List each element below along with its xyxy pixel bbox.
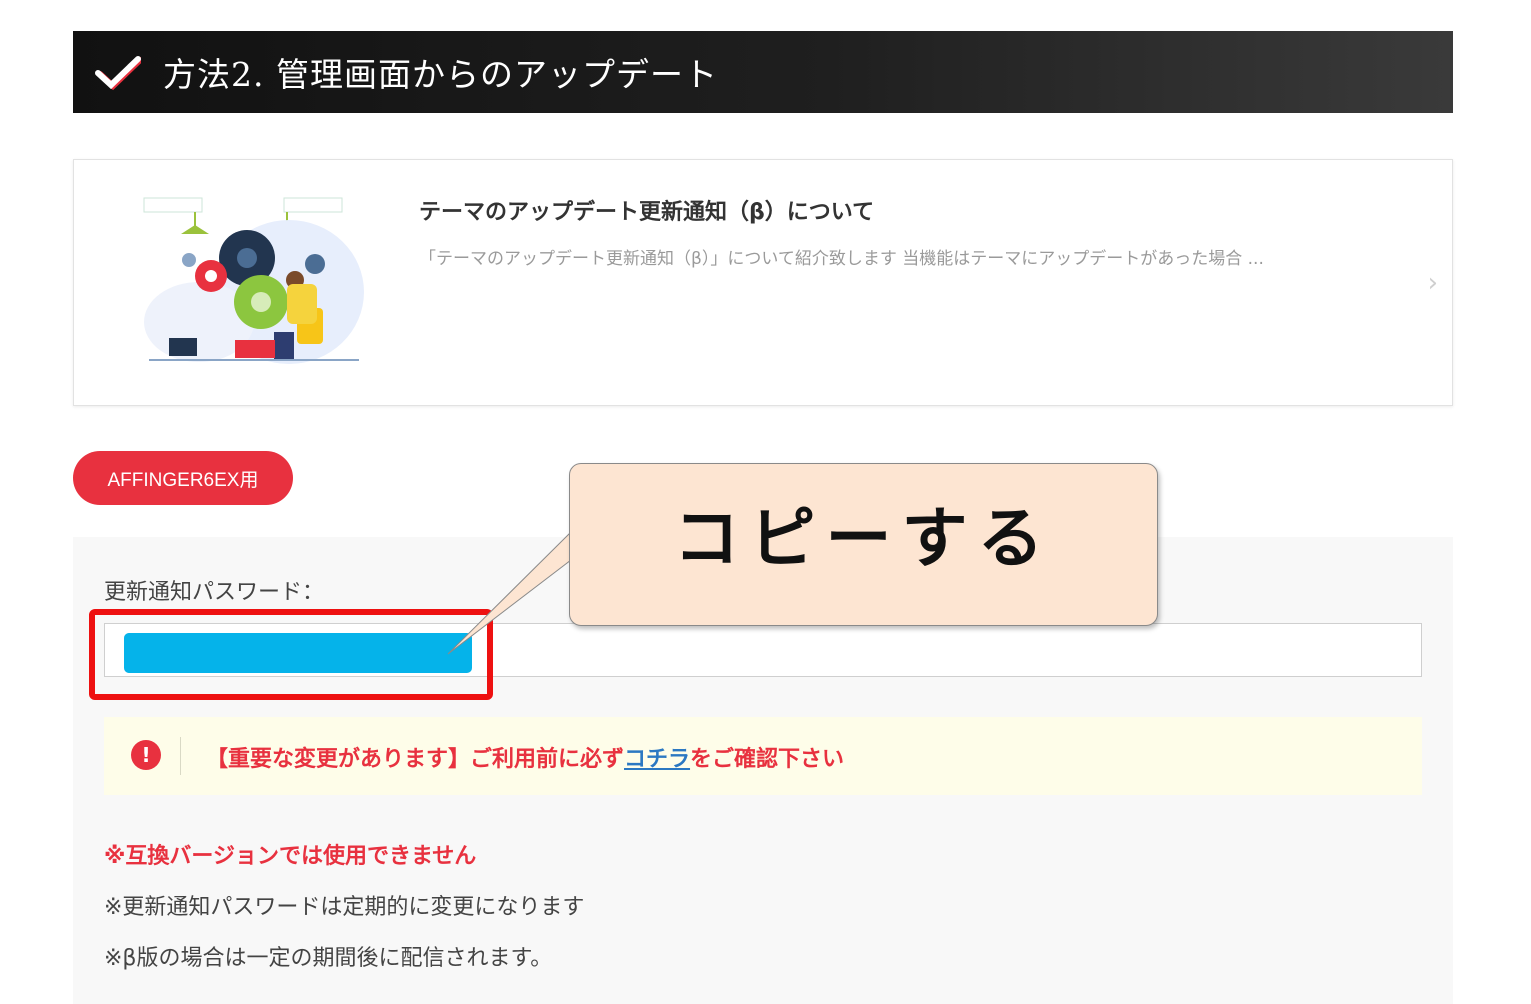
section-heading: 方法2. 管理画面からのアップデート [73,31,1453,113]
note-beta-delivery: ※β版の場合は一定の期間後に配信されます。 [104,946,553,971]
password-label: 更新通知パスワード： [104,580,325,605]
version-tag: AFFINGER6EX用 [73,451,293,505]
related-post-card[interactable]: テーマのアップデート更新通知（β）について 「テーマのアップデート更新通知（β）… [73,159,1453,406]
gears-illustration [143,197,364,364]
compat-warning: ※互換バージョンでは使用できません [104,844,477,869]
copy-callout: コピーする [569,463,1158,626]
note-password-changes: ※更新通知パスワードは定期的に変更になります [104,895,585,920]
highlight-box [89,609,493,700]
notice-text-after: をご確認下さい [690,747,845,772]
card-title[interactable]: テーマのアップデート更新通知（β）について [419,194,874,226]
notice-text-before: 【重要な変更があります】ご利用前に必ず [206,747,625,772]
notice-text: 【重要な変更があります】ご利用前に必ずコチラをご確認下さい [206,741,844,773]
chevron-right-icon: › [1427,268,1438,298]
section-title: 方法2. 管理画面からのアップデート [163,55,718,94]
notice-divider [180,737,181,775]
callout-text: コピーする [673,499,1054,577]
checkmark-icon [95,56,141,91]
card-excerpt: 「テーマのアップデート更新通知（β）」について紹介致します 当機能はテーマにアッ… [419,249,1264,269]
alert-icon: ! [131,740,161,770]
notice-link[interactable]: コチラ [624,747,690,772]
important-notice: ! 【重要な変更があります】ご利用前に必ずコチラをご確認下さい [104,717,1422,795]
